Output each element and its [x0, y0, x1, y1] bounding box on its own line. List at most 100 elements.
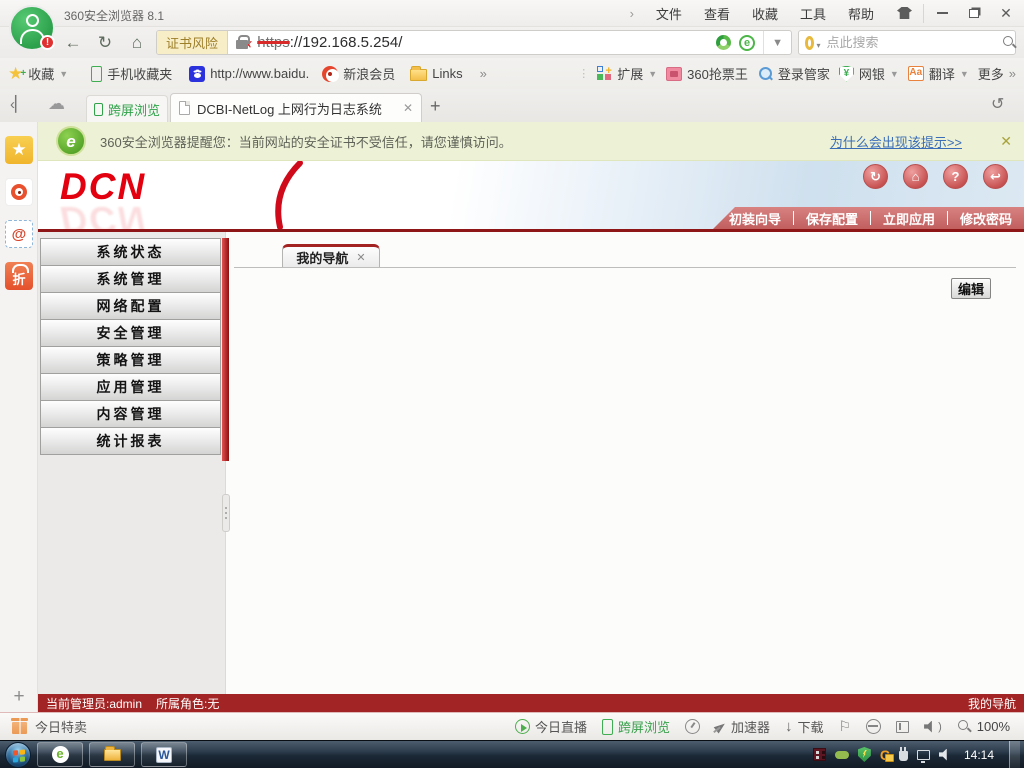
chevron-right-icon[interactable]: ›	[630, 6, 634, 21]
volume-tray-icon[interactable]	[938, 748, 947, 761]
taskbar-clock[interactable]: 14:14	[964, 748, 994, 762]
menu-file[interactable]: 文件	[656, 4, 682, 23]
sidebar-item-statistics[interactable]: 统计报表	[40, 427, 221, 455]
browser-mode-icon[interactable]: e	[739, 34, 756, 51]
daily-deal-link[interactable]: 今日特卖	[35, 717, 87, 736]
netbank-button[interactable]: ¥ 网银 ▼	[838, 64, 899, 83]
reopen-closed-tab-icon[interactable]: ↻	[991, 94, 1004, 114]
search-input[interactable]	[826, 35, 1003, 50]
login-manager-button[interactable]: 登录管家	[757, 64, 830, 83]
warning-why-link[interactable]: 为什么会出现该提示>>	[830, 132, 962, 151]
menu-help[interactable]: 帮助	[848, 4, 874, 23]
mode-dropdown-icon[interactable]: ▼	[763, 31, 791, 54]
setup-wizard-button[interactable]: 初装向导	[717, 209, 793, 228]
mute-button[interactable]: )	[924, 720, 942, 733]
speed-test-icon[interactable]	[684, 719, 700, 734]
360-safe-lock-tray-icon[interactable]: C	[880, 748, 895, 762]
certificate-risk-badge[interactable]: 证书风险	[157, 31, 229, 54]
network-tray-icon[interactable]	[916, 749, 930, 763]
ticket-grabber-button[interactable]: 360抢票王	[666, 64, 748, 83]
green-status-tray-icon[interactable]	[834, 750, 849, 759]
taskbar-app-word[interactable]: W	[141, 742, 187, 767]
rocket-icon	[713, 719, 728, 734]
zoom-control[interactable]: 100%	[957, 719, 1010, 734]
save-config-button[interactable]: 保存配置	[794, 209, 870, 228]
device-help-icon[interactable]: ?	[943, 164, 968, 189]
sidebar-item-network-config[interactable]: 网络配置	[40, 292, 221, 320]
bookmark-sina[interactable]: 新浪会员	[322, 64, 395, 83]
user-avatar[interactable]: !	[9, 5, 55, 51]
menu-favorites[interactable]: 收藏	[752, 4, 778, 23]
sidebar-item-system-manage[interactable]: 系统管理	[40, 265, 221, 293]
power-tray-icon[interactable]	[898, 747, 908, 761]
device-home-icon[interactable]: ⌂	[903, 164, 928, 189]
favorites-label: 收藏	[28, 67, 55, 82]
tab-label: DCBI-NetLog 上网行为日志系统	[197, 101, 382, 117]
restore-icon	[969, 8, 979, 18]
360-shield-tray-icon[interactable]	[857, 747, 871, 762]
restore-button[interactable]	[958, 0, 990, 26]
menu-view[interactable]: 查看	[704, 4, 730, 23]
taskbar-app-explorer[interactable]	[89, 742, 135, 767]
booster-button[interactable]: 加速器	[713, 717, 770, 736]
device-logout-icon[interactable]: ↩	[983, 164, 1008, 189]
bookmarks-overflow-icon[interactable]: »	[480, 66, 487, 81]
sidebar-item-app-manage[interactable]: 应用管理	[40, 373, 221, 401]
discount-bag-button[interactable]: 折	[5, 262, 33, 290]
collapse-sidebar-icon[interactable]: ‹▏	[10, 95, 27, 113]
new-tab-button[interactable]: +	[430, 97, 441, 115]
warning-close-icon[interactable]: ✕	[1000, 133, 1012, 150]
download-button[interactable]: ↓ 下载	[785, 717, 824, 736]
flag-icon[interactable]: ⚐	[839, 718, 852, 735]
mail-notify-button[interactable]: @	[5, 220, 33, 248]
sidebar-item-policy-manage[interactable]: 策略管理	[40, 346, 221, 374]
favorites-sidebar-button[interactable]: ★	[5, 136, 33, 164]
windows-taskbar: e W C 14:14	[0, 740, 1024, 768]
content-tab-my-nav[interactable]: 我的导航 ✕	[282, 244, 380, 268]
search-box[interactable]: ▾	[798, 30, 1016, 55]
content-tab-close-icon[interactable]: ✕	[356, 251, 365, 264]
live-stream-button[interactable]: 今日直播	[514, 717, 587, 736]
tab-close-icon[interactable]: ✕	[403, 101, 413, 115]
search-engine-caret-icon[interactable]: ▾	[816, 41, 820, 50]
skin-icon[interactable]	[897, 7, 912, 19]
close-button[interactable]: ✕	[990, 0, 1022, 26]
back-icon[interactable]: ←	[58, 27, 88, 58]
start-button[interactable]	[5, 741, 31, 768]
show-desktop-button[interactable]	[1009, 740, 1020, 768]
media-tray-icon[interactable]	[812, 748, 826, 761]
favorites-button[interactable]: ★ + 收藏 ▼	[8, 64, 68, 83]
bookmark-mobile-favorites[interactable]: 手机收藏夹	[91, 64, 172, 83]
speed-mode-icon[interactable]	[716, 35, 732, 50]
menu-tools[interactable]: 工具	[800, 4, 826, 23]
tab-cross-screen[interactable]: 跨屏浏览	[86, 95, 168, 122]
edit-button[interactable]: 编辑	[951, 278, 991, 299]
change-password-button[interactable]: 修改密码	[948, 209, 1024, 228]
sidebar-item-content-manage[interactable]: 内容管理	[40, 400, 221, 428]
window-layout-icon[interactable]	[896, 720, 910, 733]
tab-active-netlog[interactable]: DCBI-NetLog 上网行为日志系统 ✕	[170, 93, 422, 122]
apply-now-button[interactable]: 立即应用	[871, 209, 947, 228]
translate-button[interactable]: Aa 翻译 ▼	[907, 64, 969, 83]
minimize-button[interactable]	[926, 0, 958, 26]
bookmark-links-folder[interactable]: Links	[410, 66, 463, 81]
taskbar-app-360browser[interactable]: e	[37, 742, 83, 767]
url-field[interactable]: 证书风险 ✗ https ://192.168.5.254/ e ▼	[156, 30, 792, 55]
cloud-sync-icon[interactable]: ☁	[48, 94, 65, 114]
more-button[interactable]: 更多 »	[978, 64, 1016, 83]
ie-mode-icon[interactable]	[866, 719, 882, 734]
search-icon[interactable]	[1002, 35, 1013, 50]
home-icon[interactable]: ⌂	[122, 27, 152, 58]
sidebar-collapse-handle[interactable]	[222, 494, 230, 532]
extensions-button[interactable]: + 扩展 ▼	[597, 64, 657, 83]
tab-bar: ‹▏ ☁ 跨屏浏览 DCBI-NetLog 上网行为日志系统 ✕ + ↻	[0, 89, 1024, 122]
sidebar-item-system-status[interactable]: 系统状态	[40, 238, 221, 266]
device-refresh-icon[interactable]: ↻	[863, 164, 888, 189]
cross-screen-button[interactable]: 跨屏浏览	[601, 717, 670, 736]
add-sidebar-app-button[interactable]: +	[0, 686, 38, 708]
sidebar-item-security-manage[interactable]: 安全管理	[40, 319, 221, 347]
system-tray: C 14:14	[812, 740, 1024, 768]
refresh-icon[interactable]: ↻	[90, 27, 120, 58]
bookmark-baidu[interactable]: http://www.baidu.	[189, 65, 309, 82]
weibo-sidebar-button[interactable]	[5, 178, 33, 206]
